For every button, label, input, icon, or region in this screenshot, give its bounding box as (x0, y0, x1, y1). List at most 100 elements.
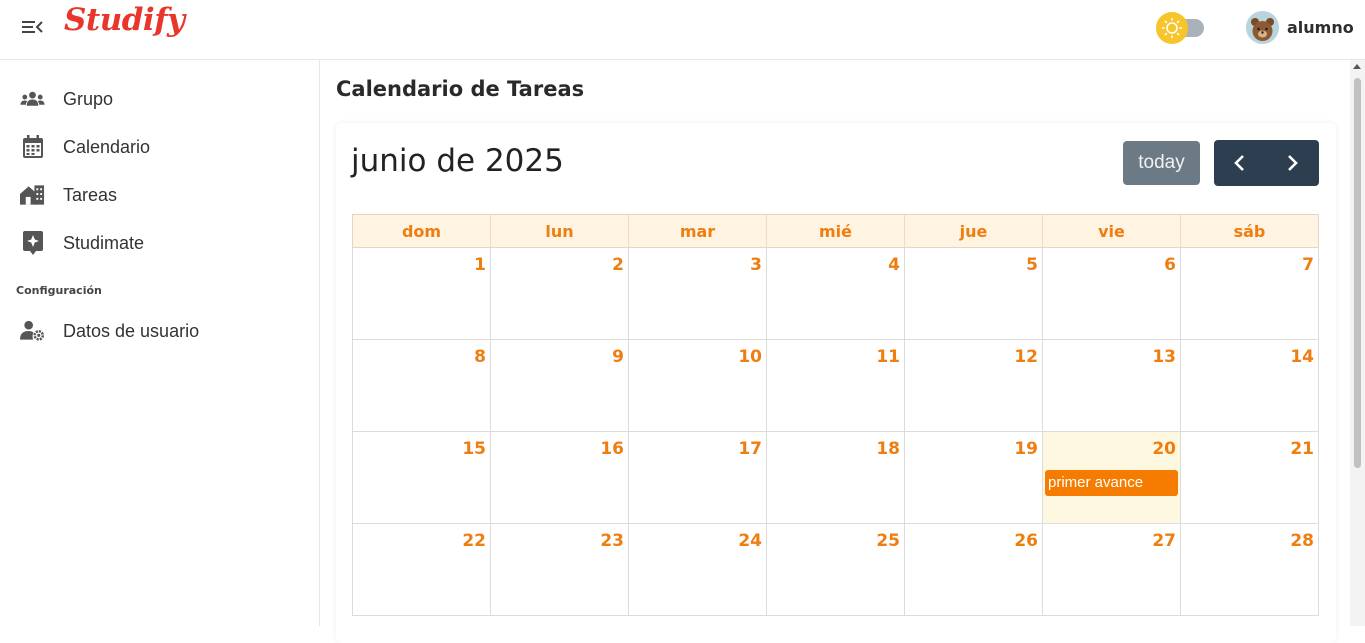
day-number[interactable]: 26 (1014, 531, 1038, 551)
calendar-week-row: 15 16 17 18 19 20 primer avance 21 (352, 432, 1319, 524)
calendar-icon (20, 135, 45, 160)
calendar-day-cell[interactable]: 16 (491, 432, 629, 523)
main-content: Calendario de Tareas junio de 2025 today… (320, 60, 1350, 643)
calendar-day-cell[interactable]: 5 (905, 248, 1043, 339)
brand-logo[interactable]: Studify (64, 2, 185, 38)
calendar-day-cell[interactable]: 19 (905, 432, 1043, 523)
calendar-day-cell[interactable]: 23 (491, 524, 629, 615)
day-number[interactable]: 13 (1152, 347, 1176, 367)
day-number[interactable]: 18 (876, 439, 900, 459)
today-button[interactable]: today (1123, 141, 1200, 185)
scrollbar[interactable] (1350, 60, 1365, 626)
weekday-header-row: dom lun mar mié jue vie sáb (352, 214, 1319, 248)
day-number[interactable]: 15 (462, 439, 486, 459)
sidebar-item-studimate[interactable]: Studimate (0, 223, 319, 263)
day-number[interactable]: 11 (876, 347, 900, 367)
sidebar-item-label: Studimate (63, 232, 145, 253)
house-tasks-icon (20, 183, 45, 208)
day-number[interactable]: 10 (738, 347, 762, 367)
calendar-day-cell[interactable]: 26 (905, 524, 1043, 615)
calendar-day-cell[interactable]: 14 (1181, 340, 1319, 431)
day-number[interactable]: 2 (612, 255, 624, 275)
page-title: Calendario de Tareas (336, 77, 585, 101)
calendar-day-cell[interactable]: 7 (1181, 248, 1319, 339)
avatar (1246, 10, 1279, 44)
calendar-day-cell[interactable]: 24 (629, 524, 767, 615)
sidebar-item-label: Tareas (63, 184, 118, 205)
calendar-week-row: 22 23 24 25 26 27 28 (352, 524, 1319, 616)
weekday-header: lun (491, 215, 629, 247)
calendar-day-cell[interactable]: 3 (629, 248, 767, 339)
calendar-day-cell[interactable]: 15 (353, 432, 491, 523)
day-number[interactable]: 7 (1302, 255, 1314, 275)
calendar-week-row: 1 2 3 4 5 6 7 (352, 248, 1319, 340)
calendar-grid: dom lun mar mié jue vie sáb 1 2 3 4 5 6 7 8 9 10 11 12 13 1… (352, 214, 1319, 616)
calendar-week-row: 8 9 10 11 12 13 14 (352, 340, 1319, 432)
calendar-day-cell[interactable]: 6 (1043, 248, 1181, 339)
calendar-day-cell[interactable]: 18 (767, 432, 905, 523)
sidebar-item-calendario[interactable]: Calendario (0, 127, 319, 167)
theme-toggle[interactable] (1156, 12, 1206, 44)
calendar-month-title: junio de 2025 (351, 143, 564, 179)
scroll-up-arrow[interactable] (1353, 64, 1361, 69)
day-number[interactable]: 19 (1014, 439, 1038, 459)
sidebar-item-label: Grupo (63, 88, 114, 109)
menu-collapse-icon[interactable] (21, 17, 45, 37)
day-number[interactable]: 1 (474, 255, 486, 275)
weekday-header: sáb (1233, 221, 1266, 241)
sidebar-item-datos-de-usuario[interactable]: Datos de usuario (0, 311, 319, 351)
day-number[interactable]: 27 (1152, 531, 1176, 551)
user-name: alumno (1287, 17, 1354, 37)
sidebar-item-label: Datos de usuario (63, 320, 200, 341)
chevron-left-icon (1234, 155, 1244, 171)
calendar-day-cell[interactable]: 10 (629, 340, 767, 431)
day-number[interactable]: 22 (462, 531, 486, 551)
day-number[interactable]: 16 (600, 439, 624, 459)
day-number[interactable]: 21 (1290, 439, 1314, 459)
calendar-day-cell[interactable]: 8 (353, 340, 491, 431)
day-number[interactable]: 14 (1290, 347, 1314, 367)
next-month-button[interactable] (1266, 140, 1318, 186)
day-number[interactable]: 25 (876, 531, 900, 551)
user-menu[interactable]: alumno (1246, 10, 1354, 44)
sidebar-item-tareas[interactable]: Tareas (0, 175, 319, 215)
calendar-day-cell[interactable]: 21 (1181, 432, 1319, 523)
top-bar: Studify alumno (0, 0, 1365, 60)
calendar-day-cell[interactable]: 12 (905, 340, 1043, 431)
sidebar-item-grupo[interactable]: Grupo (0, 79, 319, 119)
day-number[interactable]: 3 (750, 255, 762, 275)
calendar-day-cell[interactable]: 22 (353, 524, 491, 615)
calendar-day-cell[interactable]: 20 primer avance (1043, 432, 1181, 523)
calendar-day-cell[interactable]: 25 (767, 524, 905, 615)
day-number[interactable]: 23 (600, 531, 624, 551)
calendar-day-cell[interactable]: 9 (491, 340, 629, 431)
calendar-day-cell[interactable]: 11 (767, 340, 905, 431)
day-number[interactable]: 6 (1164, 255, 1176, 275)
calendar-day-cell[interactable]: 13 (1043, 340, 1181, 431)
day-number[interactable]: 4 (888, 255, 900, 275)
weekday-header: jue (905, 215, 1043, 247)
weekday-header: mié (767, 215, 905, 247)
day-number[interactable]: 17 (738, 439, 762, 459)
day-number[interactable]: 20 (1152, 439, 1176, 459)
prev-month-button[interactable] (1214, 140, 1266, 186)
calendar-day-cell[interactable]: 17 (629, 432, 767, 523)
calendar-day-cell[interactable]: 27 (1043, 524, 1181, 615)
sparkle-icon (20, 231, 45, 256)
calendar-day-cell[interactable]: 28 (1181, 524, 1319, 615)
calendar-day-cell[interactable]: 1 (353, 248, 491, 339)
day-number[interactable]: 8 (474, 347, 486, 367)
day-number[interactable]: 12 (1014, 347, 1038, 367)
calendar-day-cell[interactable]: 2 (491, 248, 629, 339)
calendar-event[interactable]: primer avance (1045, 470, 1178, 496)
bear-avatar-icon (1246, 10, 1279, 44)
calendar-day-cell[interactable]: 4 (767, 248, 905, 339)
day-number[interactable]: 28 (1290, 531, 1314, 551)
scroll-thumb[interactable] (1354, 78, 1361, 468)
user-gear-icon (20, 319, 45, 344)
day-number[interactable]: 5 (1026, 255, 1038, 275)
day-number[interactable]: 24 (738, 531, 762, 551)
day-number[interactable]: 9 (612, 347, 624, 367)
weekday-header: mar (629, 215, 767, 247)
chevron-right-icon (1288, 155, 1298, 171)
